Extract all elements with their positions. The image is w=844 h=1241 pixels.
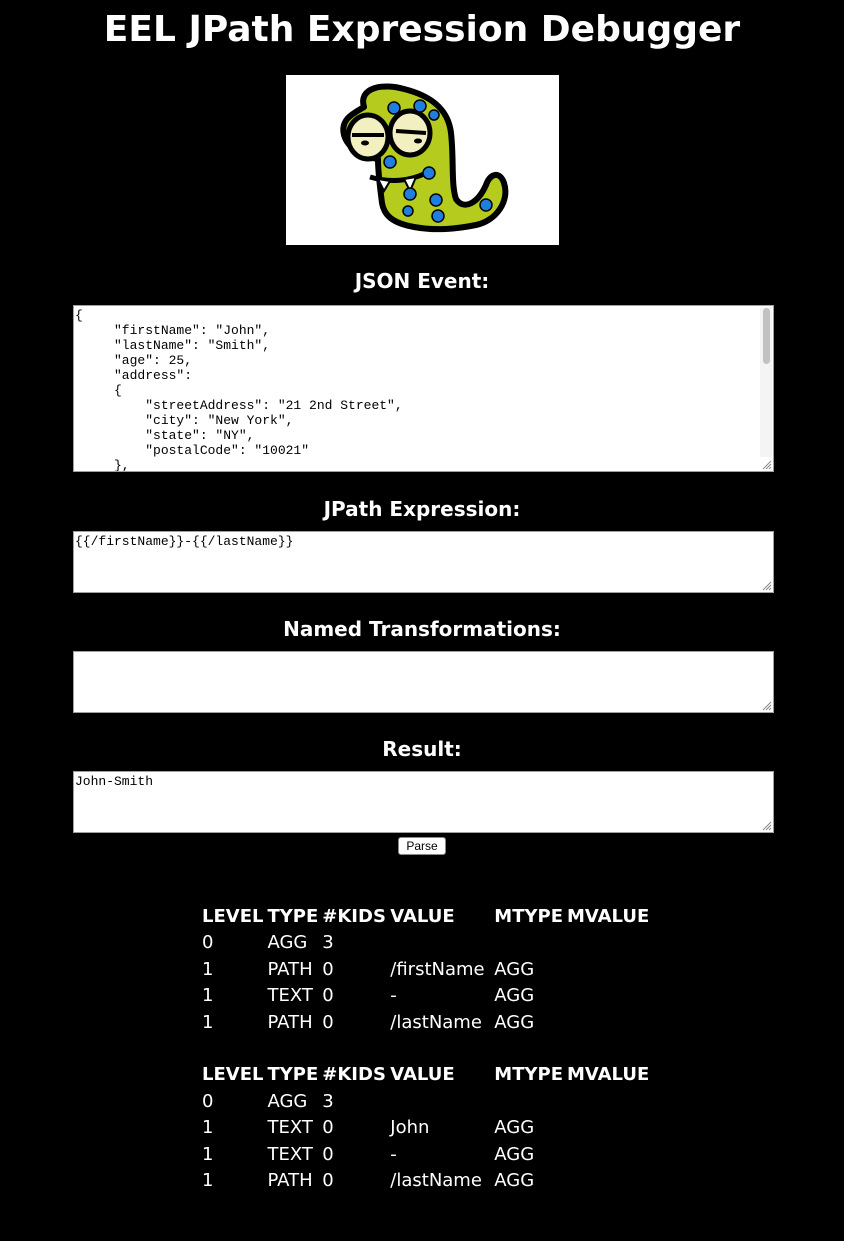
table-row: 1 TEXT 0 John AGG [200,1115,651,1142]
table-cell: AGG [494,985,535,1007]
table-cell [492,1088,565,1115]
table-cell: AGG [267,1090,308,1112]
page-title: EEL JPath Expression Debugger [103,9,741,50]
table-cell: 0 [322,1011,334,1033]
table-row: 1 TEXT 0 - AGG [200,983,651,1010]
named-transformations-box [73,651,774,713]
table-row: 1 PATH 0 /firstName AGG [200,956,651,983]
table-cell: 0 [322,1143,334,1165]
table-cell: 0 [322,958,334,980]
table-cell: AGG [267,932,308,954]
ast-header-value: VALUE [390,905,455,927]
table-cell: 1 [202,958,214,980]
json-event-box: { "firstName": "John", "lastName": "Smit… [73,305,774,472]
ast-table-header-row: LEVEL TYPE #KIDS VALUE MTYPE MVALUE [200,903,651,930]
ast-header-mtype: MTYPE [494,1064,563,1086]
table-row: 0 AGG 3 [200,930,651,957]
table-cell: 1 [202,1117,214,1139]
table-cell: 0 [202,1090,214,1112]
ast-header-kids: #KIDS [322,905,386,927]
table-cell: 1 [202,1011,214,1033]
json-event-scrollbar[interactable] [760,307,772,457]
monster-logo-icon [339,83,508,233]
table-cell: AGG [494,1011,535,1033]
table-cell: /firstName [390,958,485,980]
table-row: 1 TEXT 0 - AGG [200,1141,651,1168]
table-cell: TEXT [267,985,313,1007]
parse-button[interactable]: Parse [398,837,446,855]
table-cell: AGG [494,1117,535,1139]
table-cell: - [390,1143,397,1165]
ast-header-kids: #KIDS [322,1064,386,1086]
result-output[interactable]: John-Smith [74,772,773,832]
json-event-scroll-thumb[interactable] [763,308,770,364]
resize-grip-icon[interactable] [762,581,772,591]
result-heading: Result: [382,737,462,761]
ast-header-mvalue: MVALUE [567,905,650,927]
resize-grip-icon[interactable] [762,701,772,711]
ast-table: LEVEL TYPE #KIDS VALUE MTYPE MVALUE 0 AG… [200,903,651,1036]
table-cell: TEXT [267,1117,313,1139]
table-cell [565,930,651,957]
table-cell: 1 [202,1143,214,1165]
table-cell [565,1115,651,1142]
table-cell [565,1141,651,1168]
ast-table: LEVEL TYPE #KIDS VALUE MTYPE MVALUE 0 AG… [200,1062,651,1195]
logo [285,75,559,245]
resize-grip-icon[interactable] [762,460,772,470]
jpath-expression-input[interactable]: {{/firstName}}-{{/lastName}} [74,532,773,592]
ast-header-mvalue: MVALUE [567,1064,650,1086]
table-cell: 0 [202,932,214,954]
table-row: 1 PATH 0 /lastName AGG [200,1168,651,1195]
result-box: John-Smith [73,771,774,833]
table-cell [565,1009,651,1036]
ast-header-mtype: MTYPE [494,905,563,927]
table-cell: /lastName [390,1170,482,1192]
ast-header-level: LEVEL [202,905,264,927]
ast-header-value: VALUE [390,1064,455,1086]
table-cell: 0 [322,1117,334,1139]
ast-header-type: TYPE [267,1064,319,1086]
jpath-expression-box: {{/firstName}}-{{/lastName}} [73,531,774,593]
json-event-heading: JSON Event: [354,269,490,293]
named-transformations-input[interactable] [74,652,773,712]
table-cell: John [390,1117,430,1139]
table-cell [565,983,651,1010]
ast-header-type: TYPE [267,905,319,927]
table-cell: /lastName [390,1011,482,1033]
table-cell [565,956,651,983]
table-cell: 3 [322,1090,334,1112]
table-row: 0 AGG 3 [200,1088,651,1115]
table-cell: PATH [267,1011,313,1033]
table-cell [388,1088,492,1115]
resize-grip-icon[interactable] [762,821,772,831]
table-cell [565,1088,651,1115]
table-cell: 0 [322,1170,334,1192]
parse-row: Parse [0,835,844,855]
table-cell: - [390,985,397,1007]
table-cell: 0 [322,985,334,1007]
table-cell: TEXT [267,1143,313,1165]
table-cell: AGG [494,1143,535,1165]
table-cell [492,930,565,957]
table-cell [388,930,492,957]
jpath-expression-heading: JPath Expression: [323,497,521,521]
json-event-input[interactable]: { "firstName": "John", "lastName": "Smit… [74,306,773,471]
table-cell [565,1168,651,1195]
table-cell: PATH [267,958,313,980]
table-cell: AGG [494,958,535,980]
table-row: 1 PATH 0 /lastName AGG [200,1009,651,1036]
table-cell: PATH [267,1170,313,1192]
table-cell: AGG [494,1170,535,1192]
named-transformations-heading: Named Transformations: [283,617,561,641]
table-cell: 1 [202,1170,214,1192]
ast-header-level: LEVEL [202,1064,264,1086]
table-cell: 1 [202,985,214,1007]
table-cell: 3 [322,932,334,954]
ast-table-header-row: LEVEL TYPE #KIDS VALUE MTYPE MVALUE [200,1062,651,1089]
